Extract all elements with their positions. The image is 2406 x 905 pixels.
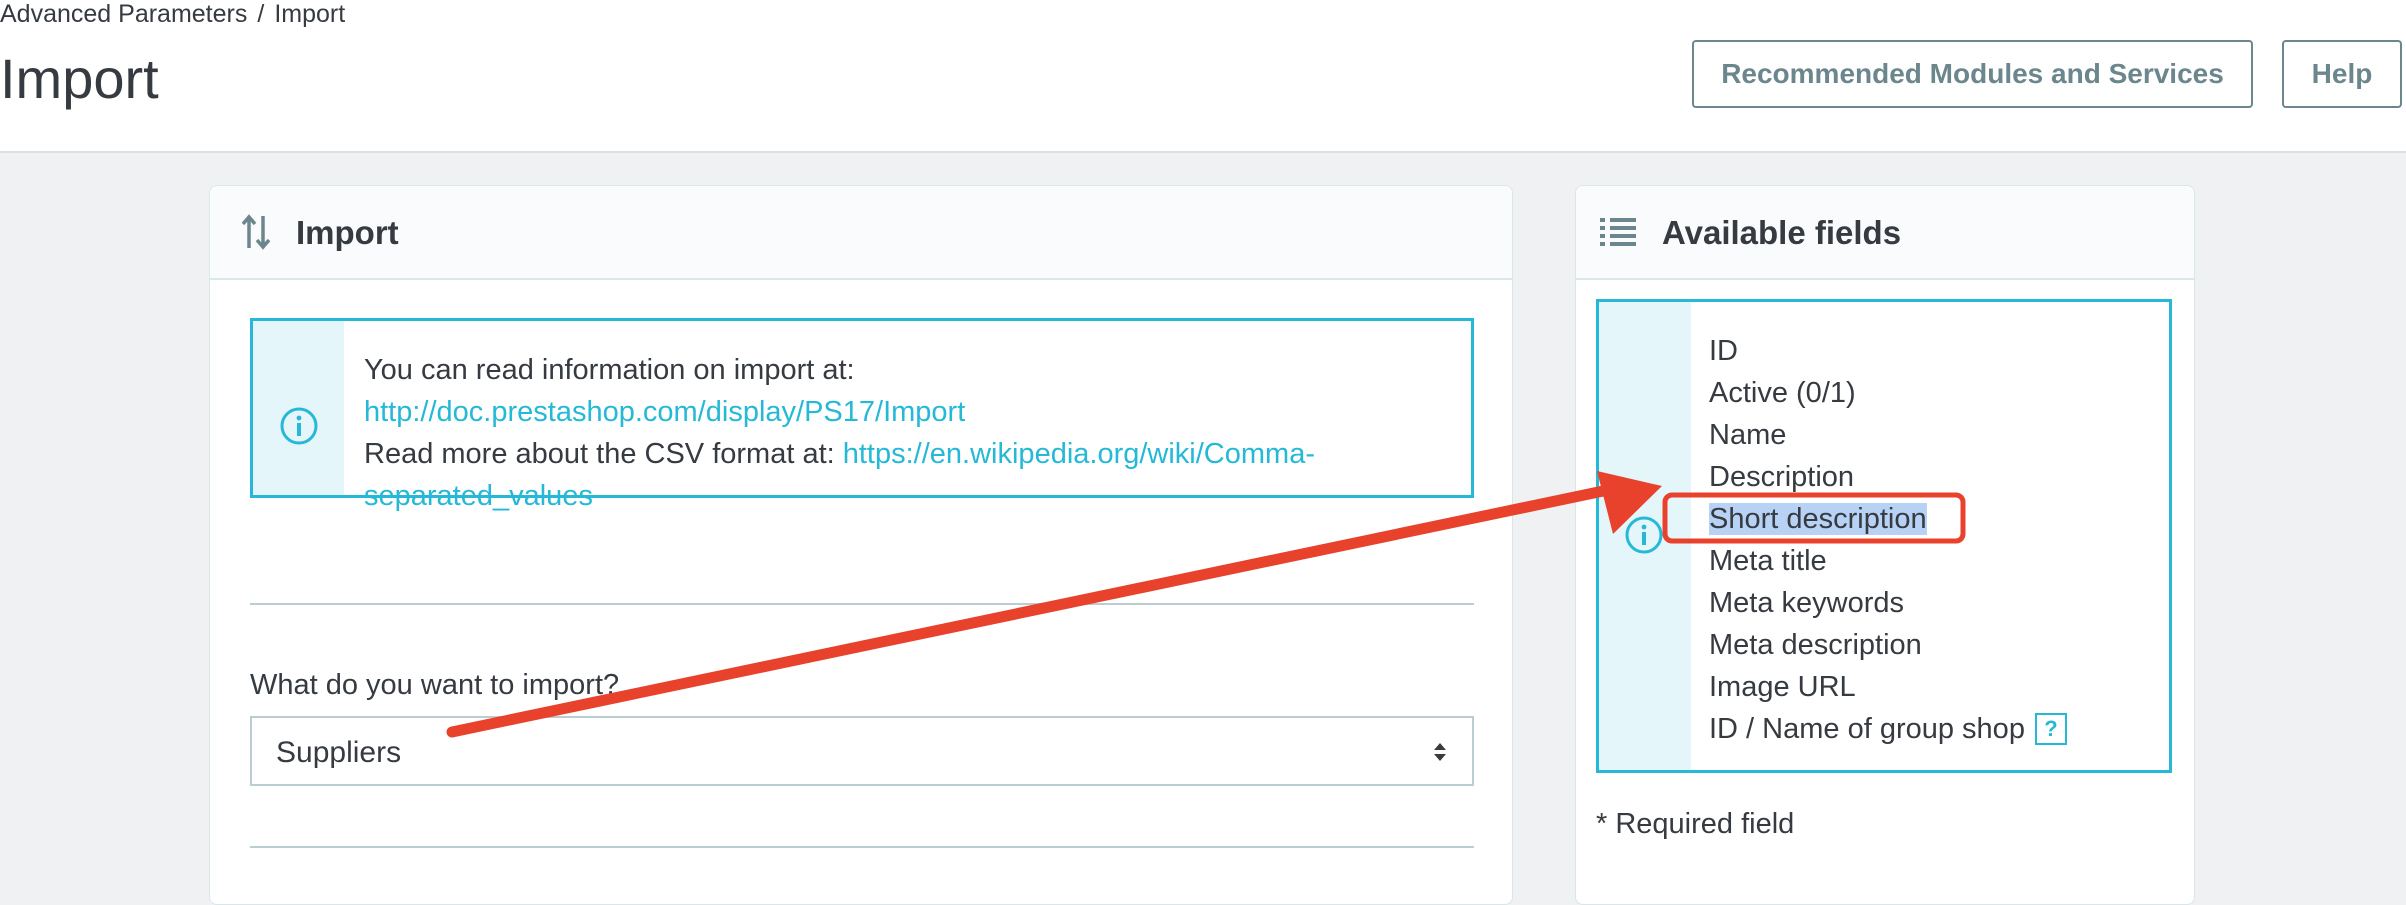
breadcrumb-separator: /	[257, 0, 265, 28]
field-item: Description	[1709, 461, 1855, 493]
breadcrumb-parent[interactable]: Advanced Parameters	[0, 0, 247, 28]
select-arrows-icon	[1434, 743, 1446, 761]
field-item: Name	[1709, 419, 1787, 451]
help-question-icon[interactable]: ?	[2034, 713, 2067, 745]
divider	[250, 603, 1474, 605]
field-item-short-description: Short description	[1709, 498, 2067, 540]
import-panel-title: Import	[296, 214, 399, 251]
info-icon	[1625, 516, 1663, 554]
field-item: Meta keywords	[1709, 587, 1905, 619]
info-icon	[280, 407, 318, 445]
required-field-note: * Required field	[1596, 808, 1795, 840]
import-entity-label: What do you want to import?	[250, 669, 620, 701]
import-info-alert: You can read information on import at: h…	[250, 318, 1474, 512]
import-sort-icon	[240, 212, 272, 257]
available-fields-title: Available fields	[1662, 214, 1902, 251]
alert-line-2: Read more about the CSV format at:	[364, 438, 835, 470]
breadcrumb: Advanced Parameters / Import	[0, 0, 345, 29]
available-fields-box: ID Active (0/1) Name Description Short d…	[1596, 299, 2172, 773]
page-header: Advanced Parameters / Import Import Recomm…	[0, 0, 2406, 153]
divider	[250, 846, 1474, 848]
alert-text: You can read information on import at: h…	[364, 349, 1424, 517]
recommended-modules-button[interactable]: Recommended Modules and Services	[1692, 40, 2253, 108]
selected-text-highlight: Short description	[1709, 503, 1927, 535]
alert-line-1: You can read information on import at:	[364, 354, 855, 386]
list-icon	[1600, 216, 1638, 251]
field-item: Image URL	[1709, 671, 1856, 703]
available-fields-header: Available fields	[1576, 186, 2194, 280]
fields-icon-strip	[1599, 302, 1691, 770]
field-item: Meta description	[1709, 629, 1922, 661]
field-item: ID	[1709, 335, 1738, 367]
prestashop-doc-link[interactable]: http://doc.prestashop.com/display/PS17/I…	[364, 396, 965, 428]
import-entity-value: Suppliers	[276, 736, 402, 769]
breadcrumb-current: Import	[274, 0, 346, 28]
import-panel-header: Import	[210, 186, 1512, 280]
page-title: Import	[0, 47, 159, 110]
available-fields-panel: Available fields ID Active (0/1) Name De…	[1575, 185, 2195, 905]
help-button[interactable]: Help	[2282, 40, 2402, 108]
field-item: ID / Name of group shop?	[1709, 708, 2067, 750]
import-entity-select[interactable]: Suppliers	[250, 716, 1474, 786]
alert-icon-strip	[253, 321, 344, 495]
field-item: Meta title	[1709, 545, 1827, 577]
available-fields-list: ID Active (0/1) Name Description Short d…	[1709, 330, 2067, 750]
field-item: Active (0/1)	[1709, 377, 1856, 409]
import-panel: Import You can read information on impor…	[209, 185, 1513, 905]
